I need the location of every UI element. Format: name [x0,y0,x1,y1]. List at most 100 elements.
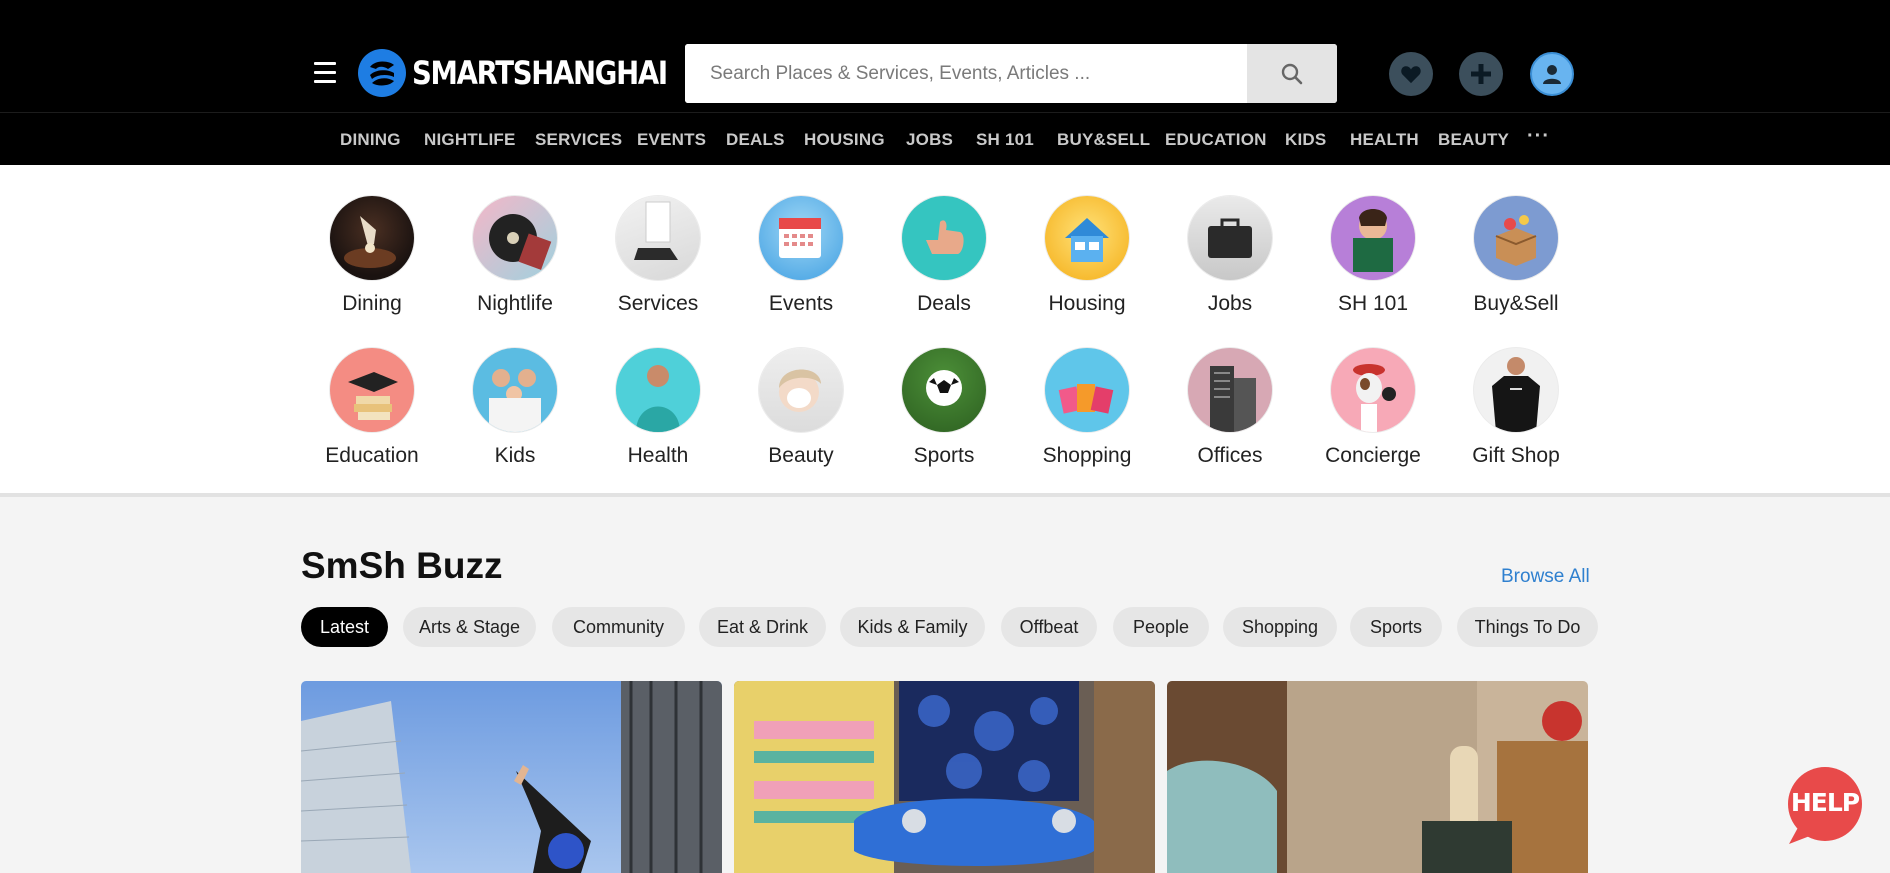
site-logo[interactable]: SMARTSHANGHAI [358,49,708,97]
category-dining[interactable]: Dining [307,196,437,316]
category-beauty[interactable]: Beauty [736,348,866,468]
category-label: Kids [494,444,536,467]
dining-icon [330,196,414,280]
shopping-bags-icon [1045,348,1129,432]
nav-more-icon[interactable]: ··· [1527,125,1550,148]
article-card[interactable] [734,681,1155,873]
search-bar [685,44,1337,103]
article-card[interactable] [301,681,722,873]
nav-nightlife[interactable]: NIGHTLIFE [424,130,516,150]
category-label: Jobs [1207,292,1253,315]
category-offices[interactable]: Offices [1165,348,1295,468]
article-image [734,681,1155,873]
graduation-cap-icon [330,348,414,432]
thumbs-up-icon [902,196,986,280]
category-label: Education [325,444,419,467]
nav-buysell[interactable]: BUY&SELL [1057,130,1150,150]
nav-kids[interactable]: KIDS [1285,130,1326,150]
search-icon [1281,63,1303,84]
category-label: Deals [917,292,971,315]
nav-events[interactable]: EVENTS [637,130,706,150]
office-building-icon [1188,348,1272,432]
category-icon-grid: Dining Nightlife Services Events Deals H… [0,165,1890,497]
heart-icon [1401,66,1421,84]
filter-community[interactable]: Community [552,607,685,647]
box-icon [1474,196,1558,280]
filter-sports[interactable]: Sports [1350,607,1442,647]
category-buysell[interactable]: Buy&Sell [1451,196,1581,316]
buzz-section-title: SmSh Buzz [301,545,503,586]
filter-shopping[interactable]: Shopping [1223,607,1337,647]
category-events[interactable]: Events [736,196,866,316]
filter-arts-stage[interactable]: Arts & Stage [403,607,536,647]
filter-eat-drink[interactable]: Eat & Drink [699,607,826,647]
user-avatar-button[interactable] [1530,52,1574,96]
nav-jobs[interactable]: JOBS [906,130,953,150]
category-housing[interactable]: Housing [1022,196,1152,316]
nav-beauty[interactable]: BEAUTY [1438,130,1509,150]
help-button[interactable]: HELP [1783,766,1865,848]
filter-kids-family[interactable]: Kids & Family [840,607,985,647]
menu-icon[interactable] [314,62,336,84]
nav-services[interactable]: SERVICES [535,130,622,150]
nav-dining[interactable]: DINING [340,130,401,150]
category-label: Nightlife [477,292,553,315]
house-icon [1045,196,1129,280]
nav-housing[interactable]: HOUSING [804,130,885,150]
category-label: Health [627,444,689,467]
article-card[interactable] [1167,681,1588,873]
category-label: Sports [913,444,975,467]
filter-things-to-do[interactable]: Things To Do [1457,607,1598,647]
beauty-icon [759,348,843,432]
article-image [301,681,722,873]
category-services[interactable]: Services [593,196,723,316]
calendar-icon [759,196,843,280]
logo-text: SMARTSHANGHAI [412,54,668,92]
concierge-dog-icon [1331,348,1415,432]
category-nightlife[interactable]: Nightlife [450,196,580,316]
nav-education[interactable]: EDUCATION [1165,130,1267,150]
category-kids[interactable]: Kids [450,348,580,468]
category-health[interactable]: Health [593,348,723,468]
soccer-ball-icon [902,348,986,432]
family-icon [473,348,557,432]
nav-sh101[interactable]: SH 101 [976,130,1034,150]
plus-icon [1471,64,1491,84]
category-label: Buy&Sell [1473,292,1559,315]
filter-people[interactable]: People [1113,607,1209,647]
category-label: Concierge [1325,444,1421,467]
category-concierge[interactable]: Concierge [1308,348,1438,468]
book-reader-icon [1331,196,1415,280]
category-label: Beauty [768,444,834,467]
category-label: SH 101 [1337,292,1409,315]
category-label: Dining [342,292,402,315]
search-button[interactable] [1247,44,1337,103]
category-sh101[interactable]: SH 101 [1308,196,1438,316]
nav-deals[interactable]: DEALS [726,130,785,150]
doctor-icon [616,348,700,432]
category-sports[interactable]: Sports [879,348,1009,468]
category-label: Offices [1197,444,1263,467]
category-jobs[interactable]: Jobs [1165,196,1295,316]
category-label: Events [768,292,834,315]
category-label: Gift Shop [1472,444,1560,467]
search-input[interactable] [685,44,1247,103]
help-label: HELP [1790,788,1860,817]
category-shopping[interactable]: Shopping [1022,348,1152,468]
category-education[interactable]: Education [307,348,437,468]
article-image [1167,681,1588,873]
favorites-button[interactable] [1389,52,1433,96]
category-deals[interactable]: Deals [879,196,1009,316]
nav-health[interactable]: HEALTH [1350,130,1419,150]
filter-latest[interactable]: Latest [301,607,388,647]
tshirt-icon [1474,348,1558,432]
category-label: Housing [1048,292,1126,315]
category-label: Services [617,292,699,315]
services-icon [616,196,700,280]
category-gift-shop[interactable]: Gift Shop [1451,348,1581,468]
add-button[interactable] [1459,52,1503,96]
filter-offbeat[interactable]: Offbeat [1001,607,1097,647]
browse-all-link[interactable]: Browse All [1501,566,1590,588]
nightlife-icon [473,196,557,280]
logo-mark-icon [358,49,406,97]
